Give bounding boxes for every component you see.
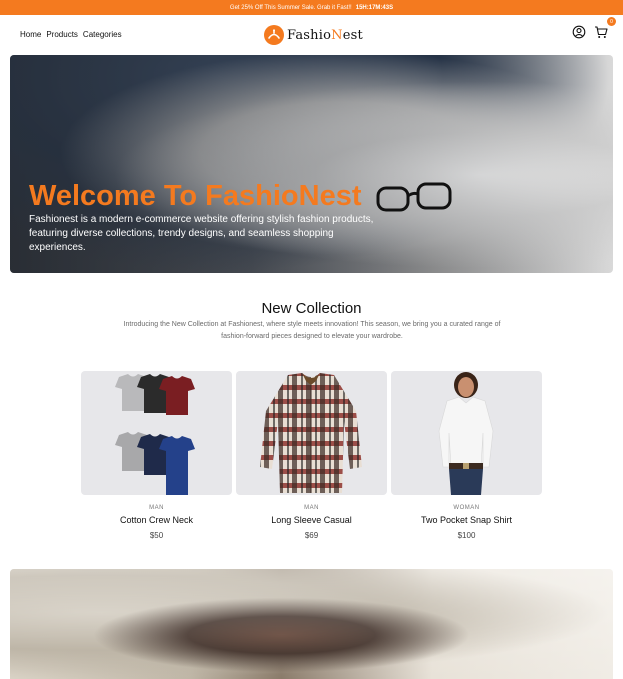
product-category: MAN	[304, 505, 319, 511]
cart-count-badge: 0	[607, 17, 616, 26]
navbar: Home Products Categories FashioNest 0	[0, 15, 623, 55]
product-image-tshirts[interactable]	[81, 371, 232, 495]
cart-icon[interactable]: 0	[594, 17, 616, 39]
product-card[interactable]: MAN Long Sleeve Casual $69	[236, 371, 387, 540]
nav-link-products[interactable]: Products	[46, 30, 78, 39]
nav-link-home[interactable]: Home	[20, 30, 41, 39]
wedding-banner-image	[10, 569, 613, 679]
product-image-snap-shirt[interactable]	[391, 371, 542, 495]
logo-text: FashioNest	[287, 28, 363, 43]
promo-timer: 15H:17M:43S	[355, 4, 394, 11]
collection-description: Introducing the New Collection at Fashio…	[123, 321, 501, 340]
logo-icon	[264, 25, 284, 45]
product-card[interactable]: MAN Cotton Crew Neck $50	[81, 371, 232, 540]
banner-veil	[10, 569, 613, 679]
glasses-image	[376, 182, 452, 212]
hero-title: Welcome To FashioNest	[29, 180, 362, 212]
logo-text-part2: est	[342, 27, 363, 43]
user-icon[interactable]	[572, 25, 586, 39]
promo-bar: Get 25% Off This Summer Sale. Grab it Fa…	[0, 0, 623, 15]
product-price: $100	[457, 531, 476, 540]
hero-banner: Welcome To FashioNest Fashionest is a mo…	[10, 55, 613, 273]
product-name[interactable]: Two Pocket Snap Shirt	[391, 515, 542, 525]
product-price: $69	[304, 531, 319, 540]
hero-description: Fashionest is a modern e-commerce websit…	[29, 214, 374, 253]
nav-link-categories[interactable]: Categories	[83, 30, 122, 39]
logo[interactable]: FashioNest	[264, 25, 363, 45]
product-category: WOMAN	[453, 505, 480, 511]
product-name[interactable]: Long Sleeve Casual	[236, 515, 387, 525]
nav-icons: 0	[572, 17, 616, 39]
product-category: MAN	[149, 505, 164, 511]
product-price: $50	[149, 531, 164, 540]
product-image-flannel[interactable]	[236, 371, 387, 495]
promo-text: Get 25% Off This Summer Sale. Grab it Fa…	[229, 4, 352, 11]
product-name[interactable]: Cotton Crew Neck	[81, 515, 232, 525]
product-card[interactable]: WOMAN Two Pocket Snap Shirt $100	[391, 371, 542, 540]
collection-title: New Collection	[261, 300, 362, 317]
logo-text-part1: Fashio	[287, 27, 332, 43]
logo-text-accent: N	[331, 27, 343, 43]
nav-links: Home Products Categories	[20, 30, 122, 39]
